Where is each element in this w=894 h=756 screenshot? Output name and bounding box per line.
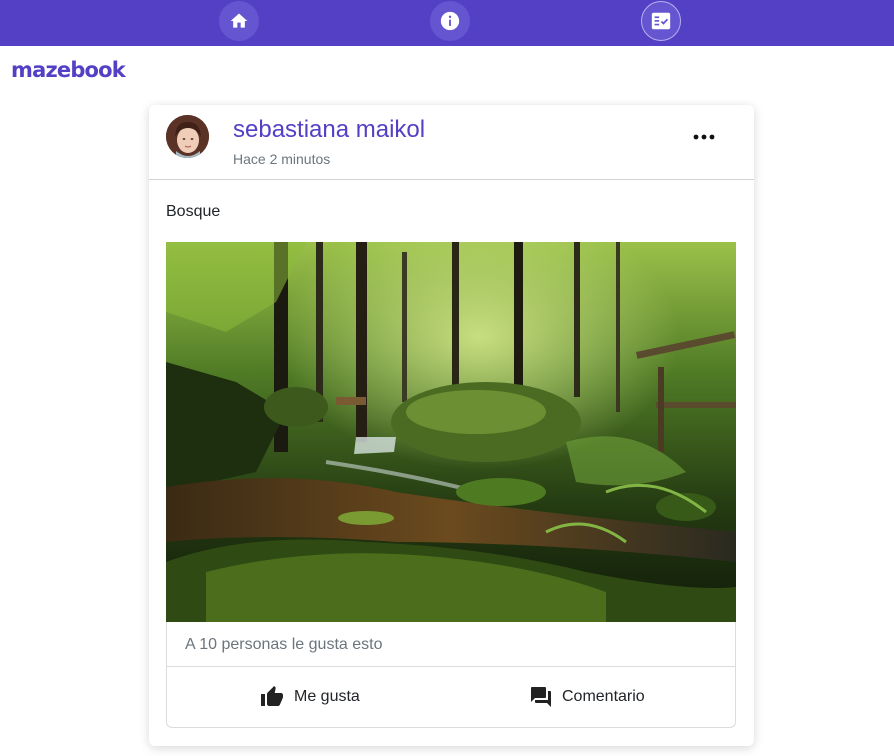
post-actions: A 10 personas le gusta esto Me gusta Com… [166,622,736,728]
like-label: Me gusta [294,687,360,705]
more-options-button[interactable] [687,127,721,147]
tasks-icon [651,12,671,30]
home-icon [230,13,248,28]
post-author-name[interactable]: sebastiana maikol [233,116,425,144]
post-image[interactable] [166,242,736,622]
post-timestamp: Hace 2 minutos [233,151,331,167]
info-nav-button[interactable] [430,1,470,41]
brand-logo[interactable]: mazebook [11,58,126,82]
home-nav-button[interactable] [219,1,259,41]
avatar[interactable] [166,115,209,158]
likes-count[interactable]: A 10 personas le gusta esto [167,622,735,667]
comment-label: Comentario [562,687,645,705]
like-button[interactable]: Me gusta [258,667,360,726]
more-horizontal-icon [693,134,715,140]
top-navbar [0,0,894,46]
post-card: sebastiana maikol Hace 2 minutos Bosque [149,105,754,746]
comment-button[interactable]: Comentario [528,667,645,726]
post-text: Bosque [166,203,221,220]
info-icon [440,11,460,31]
post-header: sebastiana maikol Hace 2 minutos [149,105,754,180]
tasks-nav-button[interactable] [641,1,681,41]
comment-icon [531,686,551,707]
thumbs-up-icon [261,685,283,706]
